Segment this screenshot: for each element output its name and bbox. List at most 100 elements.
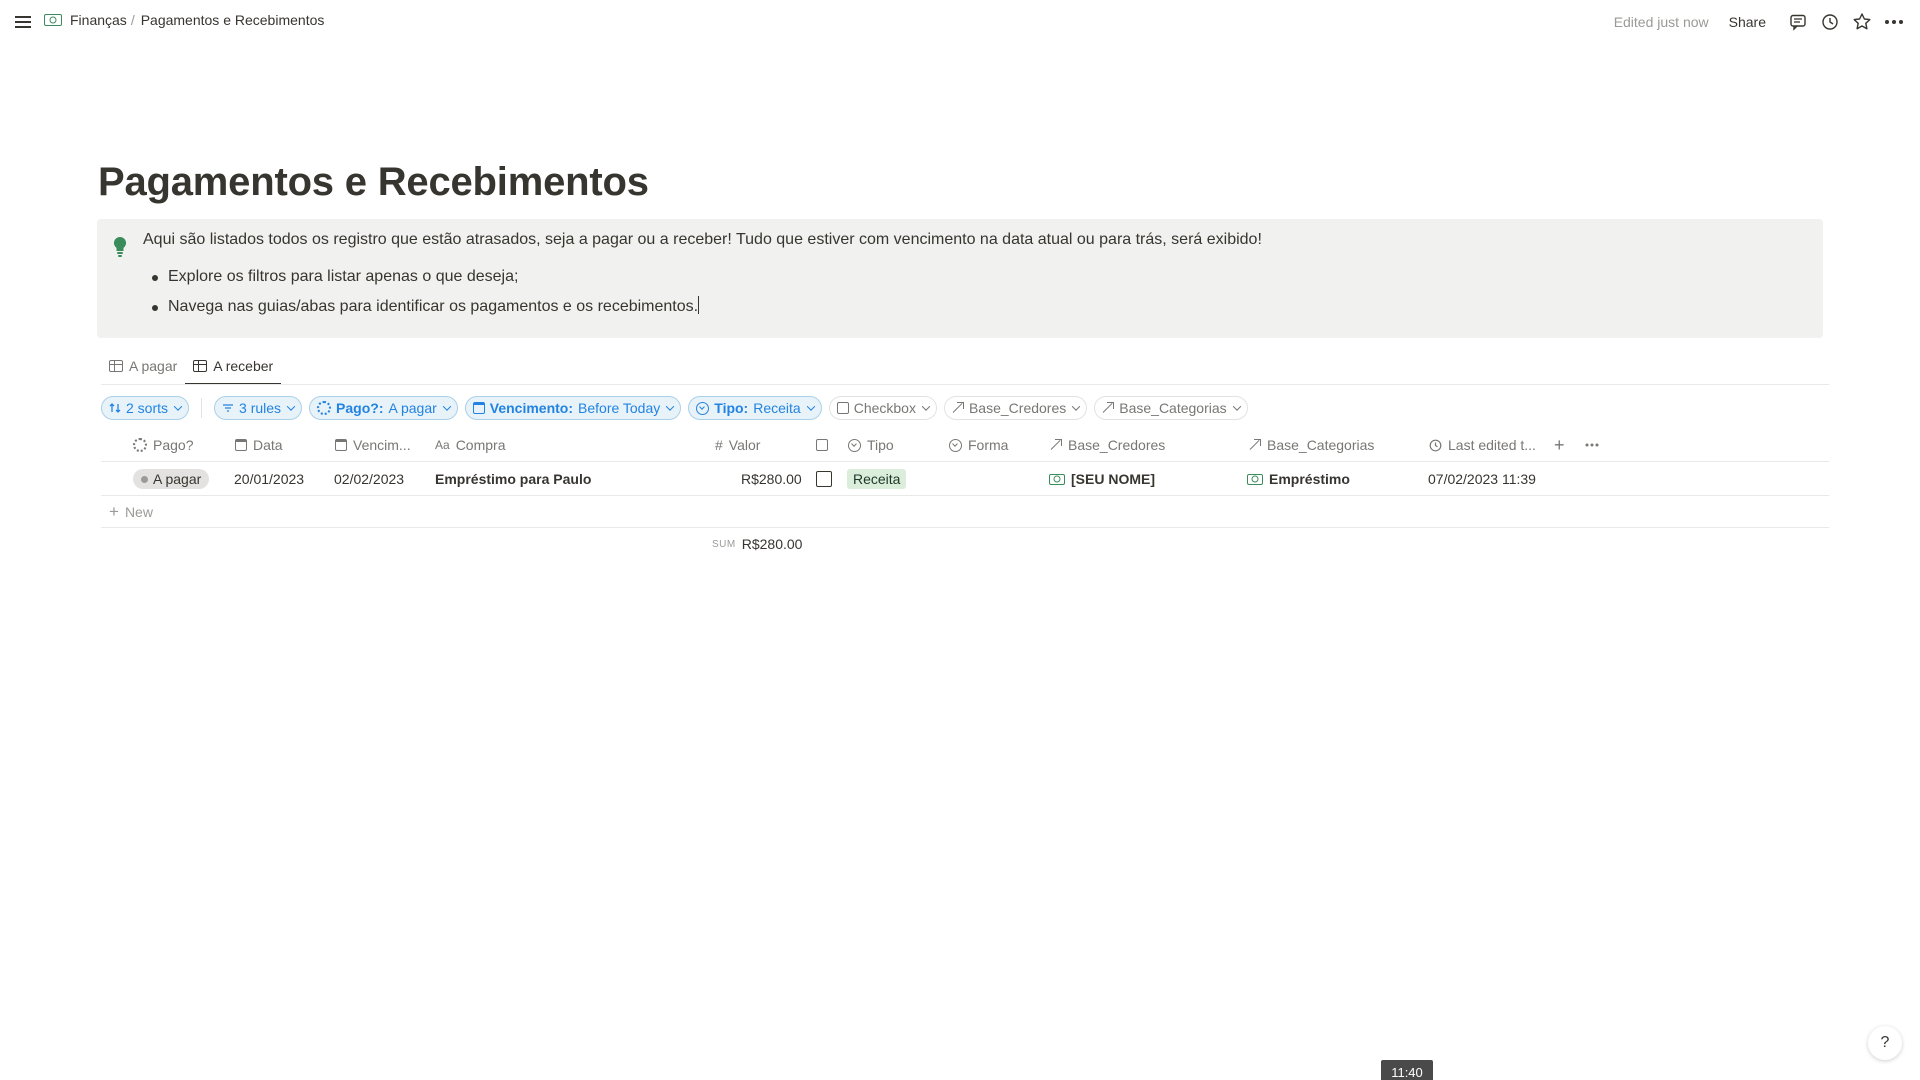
column-label: Valor bbox=[728, 437, 761, 453]
cell-credores[interactable]: [SEU NOME] bbox=[1049, 462, 1155, 496]
more-button[interactable] bbox=[1878, 10, 1910, 34]
column-label: Base_Credores bbox=[1068, 437, 1166, 453]
filter-label: Base_Categorias bbox=[1119, 400, 1227, 416]
column-header-pago[interactable]: Pago? bbox=[133, 428, 193, 462]
column-header-checkbox[interactable] bbox=[816, 428, 828, 462]
add-column-button[interactable]: + bbox=[1554, 428, 1565, 462]
cell-categorias[interactable]: Empréstimo bbox=[1247, 462, 1350, 496]
chip-divider bbox=[201, 398, 203, 418]
calendar-icon bbox=[335, 439, 347, 451]
checkbox-filter-chip[interactable]: Checkbox bbox=[828, 396, 937, 420]
status-icon bbox=[133, 438, 147, 452]
checkbox-icon bbox=[836, 402, 849, 414]
cell-vencimento[interactable]: 02/02/2023 bbox=[334, 462, 404, 496]
help-button[interactable]: ? bbox=[1868, 1026, 1902, 1060]
filter-icon bbox=[223, 404, 234, 412]
filter-key: Pago?: bbox=[336, 400, 384, 416]
status-dot-icon bbox=[141, 475, 148, 483]
vencimento-filter-chip[interactable]: Vencimento: Before Today bbox=[464, 396, 682, 420]
new-row-button[interactable]: + New bbox=[101, 496, 1829, 528]
filter-label: Checkbox bbox=[853, 400, 916, 416]
money-icon bbox=[1247, 473, 1263, 485]
status-badge: A pagar bbox=[133, 469, 210, 489]
cell-valor[interactable]: R$280.00 bbox=[741, 462, 802, 496]
sidebar-menu-button[interactable] bbox=[12, 11, 34, 33]
column-header-valor[interactable]: # Valor bbox=[715, 428, 760, 462]
star-icon bbox=[1853, 13, 1871, 30]
checkbox-type-icon bbox=[816, 439, 828, 451]
column-label: Data bbox=[253, 437, 283, 453]
history-button[interactable] bbox=[1814, 10, 1846, 34]
breadcrumb-root[interactable]: Finanças bbox=[70, 12, 127, 28]
table-row[interactable]: A pagar 20/01/2023 02/02/2023 Empréstimo… bbox=[101, 462, 1829, 496]
column-header-compra[interactable]: Aa Compra bbox=[435, 428, 505, 462]
comments-button[interactable] bbox=[1782, 10, 1814, 34]
time-tooltip: 11:40 bbox=[1381, 1060, 1433, 1080]
share-button[interactable]: Share bbox=[1729, 14, 1766, 30]
view-tabs: A pagar A receber bbox=[101, 348, 282, 385]
column-label: Pago? bbox=[153, 437, 194, 453]
hamburger-icon bbox=[15, 16, 31, 28]
callout-bullet[interactable]: Navega nas guias/abas para identificar o… bbox=[151, 292, 700, 322]
chevron-down-icon bbox=[286, 402, 296, 411]
page-title[interactable]: Pagamentos e Recebimentos bbox=[98, 160, 649, 205]
filter-bar: 2 sorts 3 rules Pago?: A pagar Venciment… bbox=[101, 396, 1255, 420]
column-header-data[interactable]: Data bbox=[235, 428, 283, 462]
column-header-tipo[interactable]: Tipo bbox=[848, 428, 894, 462]
select-icon bbox=[696, 401, 710, 415]
cell-data[interactable]: 20/01/2023 bbox=[234, 462, 304, 496]
bullet-text: Explore os filtros para listar apenas o … bbox=[168, 268, 519, 285]
breadcrumb: Finanças / Pagamentos e Recebimentos bbox=[44, 12, 324, 28]
column-header-forma[interactable]: Forma bbox=[949, 428, 1008, 462]
column-label: Base_Categorias bbox=[1267, 437, 1375, 453]
chevron-down-icon bbox=[806, 402, 815, 411]
relation-icon bbox=[1249, 439, 1261, 451]
column-label: Forma bbox=[968, 437, 1009, 453]
calendar-icon bbox=[472, 402, 485, 414]
favorite-button[interactable] bbox=[1846, 10, 1878, 34]
callout-text[interactable]: Aqui são listados todos os registro que … bbox=[143, 231, 1262, 249]
column-label: Compra bbox=[455, 437, 506, 453]
categorias-filter-chip[interactable]: Base_Categorias bbox=[1094, 396, 1248, 420]
calendar-icon bbox=[235, 439, 247, 451]
cell-checkbox[interactable] bbox=[816, 462, 832, 496]
select-icon bbox=[848, 438, 861, 452]
text-cursor bbox=[698, 296, 700, 314]
topbar: Finanças / Pagamentos e Recebimentos Edi… bbox=[0, 0, 1920, 44]
rules-chip[interactable]: 3 rules bbox=[214, 396, 303, 420]
column-header-credores[interactable]: Base_Credores bbox=[1050, 428, 1165, 462]
relation-icon bbox=[1102, 402, 1115, 414]
sorts-chip[interactable]: 2 sorts bbox=[101, 396, 190, 420]
sum-calculation[interactable]: SUM R$280.00 bbox=[712, 536, 802, 552]
table-icon bbox=[193, 360, 208, 372]
number-type-icon: # bbox=[715, 437, 723, 453]
filter-key: Tipo: bbox=[714, 400, 749, 416]
pago-filter-chip[interactable]: Pago?: A pagar bbox=[309, 396, 458, 420]
credores-filter-chip[interactable]: Base_Credores bbox=[943, 396, 1088, 420]
tipo-filter-chip[interactable]: Tipo: Receita bbox=[688, 396, 822, 420]
column-header-categorias[interactable]: Base_Categorias bbox=[1249, 428, 1374, 462]
status-icon bbox=[317, 401, 332, 415]
cell-pago[interactable]: A pagar bbox=[133, 462, 210, 496]
filter-value: Before Today bbox=[578, 400, 661, 416]
chevron-down-icon bbox=[173, 402, 183, 411]
relation-icon bbox=[952, 402, 964, 414]
topbar-actions: Edited just now Share bbox=[1614, 10, 1910, 34]
bullet-text: Navega nas guias/abas para identificar o… bbox=[168, 298, 699, 315]
column-header-vencimento[interactable]: Vencim... bbox=[335, 428, 411, 462]
column-header-last-edited[interactable]: Last edited t... bbox=[1429, 428, 1536, 462]
tab-a-pagar[interactable]: A pagar bbox=[101, 348, 185, 384]
relation-value: [SEU NOME] bbox=[1049, 471, 1155, 487]
sum-label: SUM bbox=[712, 538, 736, 550]
relation-value: Empréstimo bbox=[1247, 471, 1350, 487]
chevron-down-icon bbox=[666, 402, 675, 411]
tab-a-receber[interactable]: A receber bbox=[185, 348, 282, 385]
cell-compra[interactable]: Empréstimo para Paulo bbox=[435, 462, 591, 496]
callout-bullet[interactable]: Explore os filtros para listar apenas o … bbox=[151, 262, 699, 292]
breadcrumb-page[interactable]: Pagamentos e Recebimentos bbox=[141, 12, 325, 28]
checkbox[interactable] bbox=[816, 471, 832, 487]
sort-icon bbox=[109, 403, 121, 413]
money-icon bbox=[44, 14, 62, 26]
cell-tipo[interactable]: Receita bbox=[847, 462, 907, 496]
column-options-button[interactable] bbox=[1585, 428, 1599, 462]
